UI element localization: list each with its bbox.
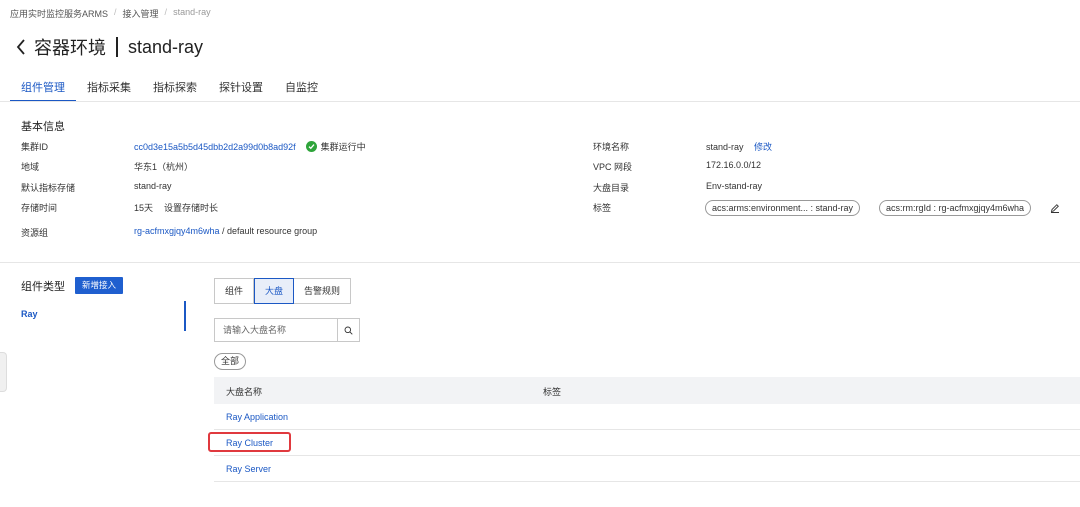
breadcrumb-access-management[interactable]: 接入管理 <box>123 7 159 20</box>
env-name-value: stand-ray <box>706 142 744 152</box>
dashboard-link-ray-server[interactable]: Ray Server <box>226 464 271 474</box>
table-header: 大盘名称 标签 <box>214 377 1080 404</box>
cluster-status-text: 集群运行中 <box>320 142 366 152</box>
chevron-left-icon[interactable] <box>14 37 28 57</box>
table-row: Ray Cluster <box>214 430 1080 456</box>
add-access-button[interactable]: 新增接入 <box>75 277 124 294</box>
tab-probe-settings[interactable]: 探针设置 <box>208 75 274 102</box>
dashboard-search <box>214 318 360 342</box>
region-label: 地域 <box>21 162 40 172</box>
search-button[interactable] <box>337 319 359 341</box>
set-retention-link[interactable]: 设置存储时长 <box>164 201 218 214</box>
page-header: 容器环境 stand-ray <box>14 34 203 60</box>
tab-component-management[interactable]: 组件管理 <box>10 75 76 102</box>
component-type-title: 组件类型 <box>21 281 65 293</box>
column-tags: 标签 <box>543 387 562 397</box>
section-divider <box>0 262 1080 263</box>
table-row: Ray Application <box>214 404 1080 430</box>
segment-alert-rules[interactable]: 告警规则 <box>294 279 350 303</box>
resource-group-link[interactable]: rg-acfmxgjqy4m6wha <box>134 226 220 236</box>
tab-metric-explore[interactable]: 指标探索 <box>142 75 208 102</box>
dashboard-link-ray-application[interactable]: Ray Application <box>226 412 288 422</box>
retention-label: 存储时间 <box>21 203 58 213</box>
page-title: 容器环境 <box>34 38 106 58</box>
tabs-divider <box>0 101 1080 102</box>
tab-metric-collection[interactable]: 指标采集 <box>76 75 142 102</box>
resource-group-row: rg-acfmxgjqy4m6wha / default resource gr… <box>134 226 317 236</box>
highlight-box <box>208 432 291 452</box>
sidebar-collapse-handle[interactable] <box>0 352 7 392</box>
tags-label: 标签 <box>593 203 612 213</box>
resource-group-label: 资源组 <box>21 228 49 238</box>
breadcrumb-arms[interactable]: 应用实时监控服务ARMS <box>10 7 108 20</box>
breadcrumb: 应用实时监控服务ARMS / 接入管理 / stand-ray <box>10 7 211 20</box>
default-storage-label: 默认指标存储 <box>21 183 76 193</box>
view-segment: 组件 大盘 告警规则 <box>214 278 352 304</box>
search-input[interactable] <box>215 319 337 341</box>
tag-environment: acs:arms:environment... : stand-ray <box>705 200 861 216</box>
cluster-id-link[interactable]: cc0d3e15a5b5d45dbb2d2a99d0b8ad92f <box>134 142 296 152</box>
tab-bar: 组件管理 指标采集 指标探索 探针设置 自监控 <box>10 75 329 102</box>
tab-self-monitoring[interactable]: 自监控 <box>274 75 329 102</box>
search-icon <box>344 326 353 335</box>
breadcrumb-current: stand-ray <box>173 7 211 17</box>
cluster-status: 集群运行中 <box>305 140 366 153</box>
component-item-ray[interactable]: Ray <box>21 309 38 319</box>
active-indicator <box>184 301 186 331</box>
env-edit-link[interactable]: 修改 <box>754 142 772 152</box>
env-name-row: stand-ray 修改 <box>706 140 772 153</box>
breadcrumb-separator: / <box>114 7 117 17</box>
segment-dashboards[interactable]: 大盘 <box>254 278 295 304</box>
vpc-value: 172.16.0.0/12 <box>706 160 762 170</box>
filter-chip-all[interactable]: 全部 <box>214 353 247 370</box>
dashboard-dir-link[interactable]: Env-stand-ray <box>706 181 762 191</box>
region-value: 华东1（杭州） <box>134 162 194 172</box>
edit-pencil-icon[interactable] <box>1050 203 1060 215</box>
vpc-label: VPC 网段 <box>593 162 633 172</box>
tag-resource-group: acs:rm:rgId : rg-acfmxgjqy4m6wha <box>879 200 1032 216</box>
cluster-id-label: 集群ID <box>21 142 49 152</box>
table-row: Ray Server <box>214 456 1080 482</box>
cluster-id-row: cc0d3e15a5b5d45dbb2d2a99d0b8ad92f 集群运行中 <box>134 140 366 153</box>
dashboard-dir-label: 大盘目录 <box>593 183 630 193</box>
breadcrumb-separator: / <box>164 7 168 17</box>
env-name-label: 环境名称 <box>593 142 630 152</box>
check-circle-icon <box>305 141 317 152</box>
title-divider <box>116 37 118 57</box>
basic-info-title: 基本信息 <box>21 121 65 133</box>
retention-value: 15天 <box>134 203 154 213</box>
page-env-name: stand-ray <box>128 36 204 57</box>
column-dashboard-name: 大盘名称 <box>226 387 263 397</box>
default-storage-link[interactable]: stand-ray <box>134 181 172 191</box>
resource-group-name: / default resource group <box>219 226 318 236</box>
segment-components[interactable]: 组件 <box>215 279 255 303</box>
